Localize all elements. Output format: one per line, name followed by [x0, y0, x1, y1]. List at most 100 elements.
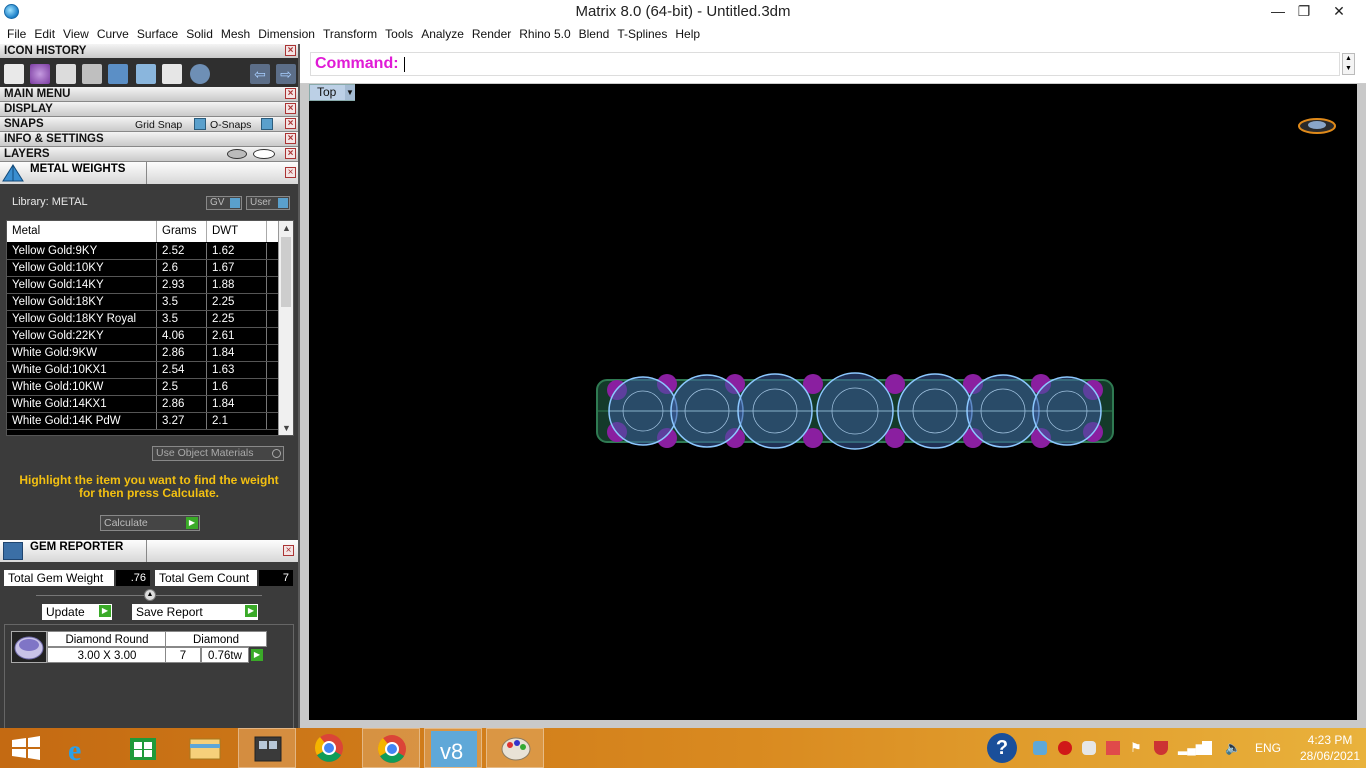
- use-object-materials-toggle[interactable]: Use Object Materials: [152, 446, 284, 461]
- restore-button[interactable]: ❐: [1289, 0, 1319, 22]
- table-row[interactable]: White Gold:14KX1 2.86 1.84: [7, 396, 279, 413]
- material-icon[interactable]: [30, 64, 50, 84]
- scroll-down-icon[interactable]: ▼: [279, 421, 293, 435]
- viewport-tab[interactable]: Top ▼: [309, 84, 355, 101]
- chevron-down-icon[interactable]: ▼: [345, 85, 355, 100]
- internet-explorer-icon[interactable]: e: [52, 728, 110, 768]
- close-button[interactable]: ✕: [1324, 0, 1354, 22]
- close-icon[interactable]: ×: [285, 167, 296, 178]
- clipboard-icon[interactable]: [4, 64, 24, 84]
- language-indicator[interactable]: ENG: [1255, 741, 1281, 755]
- transform-icon[interactable]: [82, 64, 102, 84]
- shield-icon[interactable]: [1154, 741, 1168, 755]
- menu-tsplines[interactable]: T-Splines: [613, 27, 671, 41]
- table-row[interactable]: Yellow Gold:10KY 2.6 1.67: [7, 260, 279, 277]
- column-dwt[interactable]: DWT: [207, 221, 267, 242]
- matrix-taskbar-icon[interactable]: [238, 728, 296, 768]
- osnaps-toggle[interactable]: [261, 118, 273, 130]
- store-icon[interactable]: [114, 728, 172, 768]
- top-viewport[interactable]: Top ▼: [309, 84, 1357, 720]
- menu-dimension[interactable]: Dimension: [254, 27, 319, 41]
- vectorworks-icon[interactable]: v8: [424, 728, 482, 768]
- icon-history-header[interactable]: ICON HISTORY ×: [0, 44, 298, 59]
- layers-header[interactable]: LAYERS ×: [0, 147, 298, 162]
- beats-icon[interactable]: [1058, 741, 1072, 755]
- table-scrollbar[interactable]: ▲ ▼: [278, 221, 293, 435]
- close-icon[interactable]: ×: [285, 45, 296, 56]
- signal-icon[interactable]: ▂▄▆: [1178, 741, 1205, 755]
- back-arrow-icon[interactable]: ⇦: [250, 64, 270, 84]
- menu-file[interactable]: File: [3, 27, 30, 41]
- menu-surface[interactable]: Surface: [133, 27, 182, 41]
- render-icon[interactable]: [136, 64, 156, 84]
- gear-icon[interactable]: [190, 64, 210, 84]
- table-row[interactable]: White Gold:14K PdW 3.27 2.1: [7, 413, 279, 430]
- scroll-thumb[interactable]: [281, 237, 291, 307]
- update-button[interactable]: Update ▶: [42, 604, 112, 620]
- copy-icon[interactable]: [162, 64, 182, 84]
- volume-icon[interactable]: 🔈: [1225, 741, 1241, 755]
- gem-icon[interactable]: [108, 64, 128, 84]
- menu-render[interactable]: Render: [468, 27, 515, 41]
- menu-analyze[interactable]: Analyze: [417, 27, 468, 41]
- menu-solid[interactable]: Solid: [182, 27, 217, 41]
- antivirus-icon[interactable]: [1106, 741, 1120, 755]
- table-row[interactable]: White Gold:9KW 2.86 1.84: [7, 345, 279, 362]
- table-row[interactable]: Yellow Gold:9KY 2.52 1.62: [7, 243, 279, 260]
- command-input[interactable]: Command:: [310, 52, 1340, 76]
- snaps-header[interactable]: SNAPS Grid Snap O-Snaps ×: [0, 117, 298, 132]
- close-icon[interactable]: ×: [283, 545, 294, 556]
- navigation-cube-icon[interactable]: [1297, 116, 1337, 136]
- close-icon[interactable]: ×: [285, 133, 296, 144]
- gem-thumbnail[interactable]: [11, 631, 47, 663]
- chrome-icon[interactable]: [362, 728, 420, 768]
- table-row[interactable]: Yellow Gold:22KY 4.06 2.61: [7, 328, 279, 345]
- eye-icon[interactable]: [253, 149, 275, 159]
- paint-icon[interactable]: [486, 728, 544, 768]
- menu-view[interactable]: View: [59, 27, 93, 41]
- display-header[interactable]: DISPLAY ×: [0, 102, 298, 117]
- info-settings-header[interactable]: INFO & SETTINGS ×: [0, 132, 298, 147]
- grid-snap-toggle[interactable]: [194, 118, 206, 130]
- clock[interactable]: 4:23 PM 28/06/2021: [1296, 732, 1364, 764]
- menu-tools[interactable]: Tools: [381, 27, 417, 41]
- menu-blend[interactable]: Blend: [575, 27, 614, 41]
- table-row[interactable]: Yellow Gold:14KY 2.93 1.88: [7, 277, 279, 294]
- user-toggle[interactable]: User: [246, 196, 290, 210]
- command-spinner[interactable]: ▲ ▼: [1342, 53, 1355, 75]
- flag-icon[interactable]: ⚑: [1130, 741, 1144, 755]
- battery-icon[interactable]: [1202, 741, 1212, 755]
- menu-transform[interactable]: Transform: [319, 27, 381, 41]
- help-icon[interactable]: ?: [987, 733, 1017, 763]
- scroll-up-icon[interactable]: ▲: [279, 221, 293, 235]
- close-icon[interactable]: ×: [285, 88, 296, 99]
- column-metal[interactable]: Metal: [7, 221, 157, 242]
- forward-arrow-icon[interactable]: ⇨: [276, 64, 296, 84]
- menu-help[interactable]: Help: [671, 27, 704, 41]
- menu-rhino[interactable]: Rhino 5.0: [515, 27, 574, 41]
- menu-edit[interactable]: Edit: [30, 27, 59, 41]
- collapse-icon[interactable]: ▲: [144, 589, 156, 601]
- close-icon[interactable]: ×: [285, 118, 296, 129]
- main-menu-header[interactable]: MAIN MENU ×: [0, 87, 298, 102]
- cloud-icon[interactable]: [1082, 741, 1096, 755]
- menu-curve[interactable]: Curve: [93, 27, 133, 41]
- play-icon[interactable]: ▶: [251, 649, 263, 661]
- save-icon[interactable]: [56, 64, 76, 84]
- menu-mesh[interactable]: Mesh: [217, 27, 254, 41]
- save-report-button[interactable]: Save Report ▶: [132, 604, 258, 620]
- layer-visible-icon[interactable]: [227, 149, 247, 159]
- table-row[interactable]: Yellow Gold:18KY Royal 3.5 2.25: [7, 311, 279, 328]
- file-explorer-icon[interactable]: [176, 728, 234, 768]
- calculate-button[interactable]: Calculate ▶: [100, 515, 200, 531]
- close-icon[interactable]: ×: [285, 148, 296, 159]
- table-row[interactable]: White Gold:10KX1 2.54 1.63: [7, 362, 279, 379]
- column-grams[interactable]: Grams: [157, 221, 207, 242]
- table-row[interactable]: Yellow Gold:18KY 3.5 2.25: [7, 294, 279, 311]
- windows-start-icon[interactable]: [0, 728, 58, 768]
- close-icon[interactable]: ×: [285, 103, 296, 114]
- vectorworks-tray-icon[interactable]: [1033, 741, 1047, 755]
- gv-toggle[interactable]: GV: [206, 196, 242, 210]
- table-row[interactable]: White Gold:10KW 2.5 1.6: [7, 379, 279, 396]
- chrome-icon[interactable]: [300, 728, 358, 768]
